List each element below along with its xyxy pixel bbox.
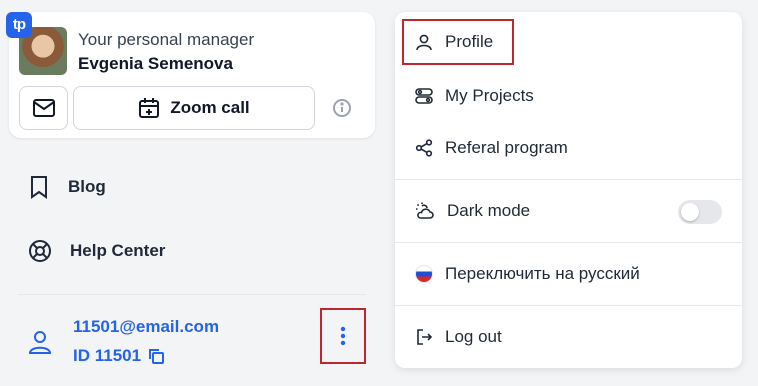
nav-item-blog[interactable]: Blog (28, 175, 106, 199)
user-icon (415, 33, 433, 51)
user-icon (28, 329, 52, 355)
menu-item-referal-program[interactable]: Referal program (415, 138, 568, 158)
nav-item-help-center[interactable]: Help Center (28, 239, 165, 263)
toggle-knob (681, 203, 699, 221)
zoom-call-label: Zoom call (170, 98, 250, 117)
menu-item-dark-mode[interactable]: Dark mode (415, 201, 530, 221)
share-icon (415, 139, 433, 157)
menu-divider (395, 242, 742, 243)
menu-item-referal-label: Referal program (445, 138, 568, 157)
info-icon[interactable] (332, 98, 352, 118)
app-logo[interactable]: tp (6, 12, 32, 38)
menu-item-language[interactable]: Переключить на русский (415, 264, 640, 284)
user-email-link[interactable]: 11501@email.com (73, 317, 219, 337)
divider (18, 294, 366, 295)
lifebuoy-icon (28, 239, 52, 263)
menu-item-profile[interactable]: Profile (415, 32, 493, 52)
menu-item-projects-label: My Projects (445, 86, 534, 105)
menu-item-logout-label: Log out (445, 327, 502, 346)
left-panel: tp Your personal manager Evgenia Semenov… (0, 0, 390, 386)
more-vertical-icon (340, 326, 346, 346)
cloud-sun-icon (415, 202, 435, 220)
russia-flag-icon (415, 265, 433, 283)
zoom-call-button[interactable]: Zoom call (73, 86, 315, 130)
user-dropdown-menu: Profile My Projects Referal program Dark… (395, 12, 742, 368)
logout-icon (415, 328, 433, 346)
user-id[interactable]: ID 11501 (73, 346, 165, 366)
more-options-button[interactable] (320, 308, 366, 364)
manager-caption: Your personal manager (78, 30, 255, 49)
menu-item-profile-label: Profile (445, 32, 494, 51)
copy-icon[interactable] (147, 347, 165, 365)
nav-item-help-label: Help Center (70, 241, 166, 260)
calendar-plus-icon (138, 97, 160, 119)
menu-item-dark-label: Dark mode (447, 201, 531, 220)
bookmark-icon (28, 175, 50, 199)
nav-item-blog-label: Blog (68, 177, 106, 196)
menu-item-my-projects[interactable]: My Projects (415, 86, 534, 106)
manager-name: Evgenia Semenova (78, 54, 233, 73)
mail-icon (32, 98, 56, 118)
mail-button[interactable] (19, 86, 68, 130)
toggles-icon (415, 87, 433, 105)
dark-mode-toggle[interactable] (678, 200, 722, 224)
manager-card: Your personal manager Evgenia Semenova Z… (9, 12, 375, 138)
menu-item-language-label: Переключить на русский (445, 264, 640, 283)
menu-item-logout[interactable]: Log out (415, 327, 502, 347)
menu-divider (395, 179, 742, 180)
menu-divider (395, 305, 742, 306)
user-id-text: ID 11501 (73, 346, 142, 365)
